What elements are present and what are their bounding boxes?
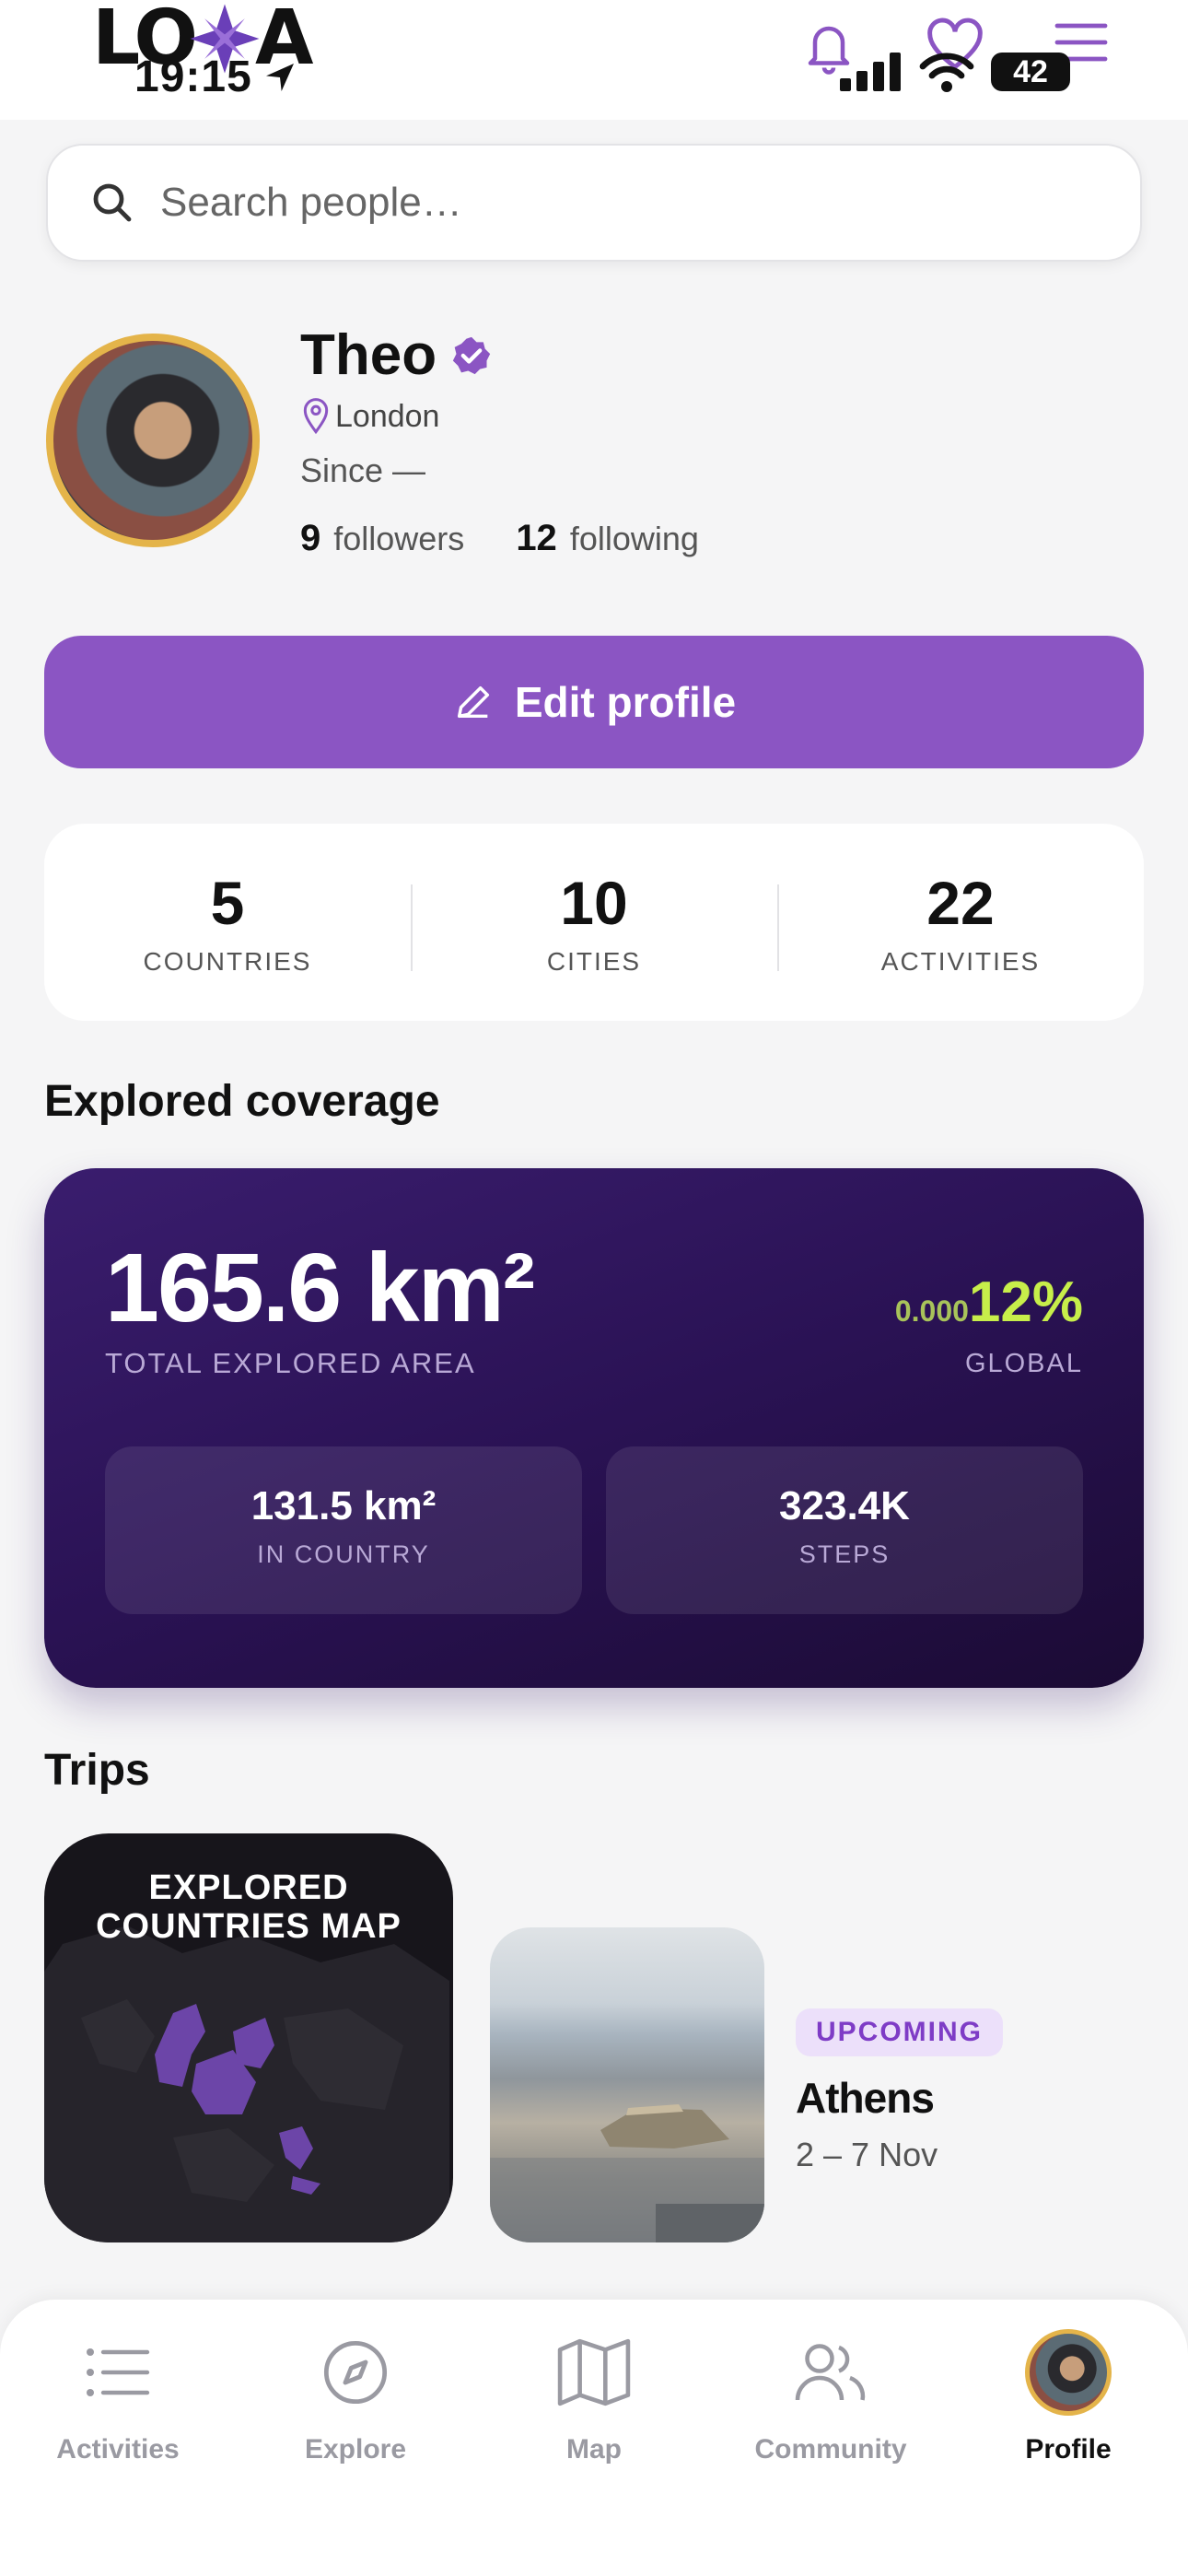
total-area-value: 165.6 km²	[105, 1234, 535, 1342]
member-since: Since —	[300, 451, 426, 489]
search-input[interactable]	[160, 180, 1081, 226]
global-label: GLOBAL	[964, 1349, 1083, 1378]
bottom-tab-bar: Activities Explore Map Community Profile	[0, 2300, 1188, 2576]
coverage-title: Explored coverage	[44, 1077, 440, 1126]
following-link[interactable]: 12 following	[516, 518, 699, 559]
search-icon	[93, 183, 132, 222]
stat-cities[interactable]: 10 CITIES	[411, 868, 777, 977]
signal-icon	[840, 53, 901, 91]
app-header: LO A 19:15 42	[0, 0, 1188, 120]
trip-dates: 2 – 7 Nov	[796, 2136, 938, 2173]
wifi-icon	[919, 53, 974, 92]
coverage-card: 165.6 km² TOTAL EXPLORED AREA 0.000 12% G…	[44, 1168, 1144, 1688]
tab-activities[interactable]: Activities	[17, 2331, 219, 2465]
stat-activities[interactable]: 22 ACTIVITIES	[777, 868, 1144, 977]
users-icon	[795, 2344, 866, 2401]
trips-title: Trips	[44, 1746, 150, 1795]
follow-counts: 9 followers 12 following	[300, 518, 699, 559]
verified-badge-icon	[452, 336, 491, 374]
status-indicators: 42	[840, 52, 1070, 92]
in-country-box: 131.5 km² IN COUNTRY	[105, 1446, 582, 1614]
upcoming-badge: UPCOMING	[796, 2008, 1003, 2056]
tab-explore[interactable]: Explore	[254, 2331, 457, 2465]
tab-profile[interactable]: Profile	[967, 2329, 1170, 2465]
map-icon	[557, 2338, 631, 2406]
tab-community[interactable]: Community	[729, 2331, 932, 2465]
list-icon	[87, 2348, 150, 2396]
followers-link[interactable]: 9 followers	[300, 518, 464, 559]
compass-icon	[323, 2340, 388, 2405]
avatar	[1025, 2329, 1112, 2416]
trip-name[interactable]: Athens	[796, 2073, 935, 2123]
location-arrow-icon	[265, 63, 294, 91]
profile-name: Theo	[300, 322, 492, 388]
search-bar[interactable]	[46, 144, 1142, 262]
tab-map[interactable]: Map	[493, 2331, 695, 2465]
edit-profile-button[interactable]: Edit profile	[44, 636, 1144, 768]
stat-countries[interactable]: 5 COUNTRIES	[44, 868, 411, 977]
pencil-icon	[457, 685, 489, 719]
stats-card: 5 COUNTRIES 10 CITIES 22 ACTIVITIES	[44, 824, 1144, 1021]
profile-name-text: Theo	[300, 323, 437, 387]
profile-location: London	[300, 398, 439, 435]
athens-trip-image[interactable]	[490, 1927, 764, 2242]
profile-avatar[interactable]	[46, 334, 260, 547]
pin-icon	[303, 398, 329, 435]
steps-box: 323.4K STEPS	[606, 1446, 1083, 1614]
battery-indicator: 42	[991, 53, 1070, 91]
explored-countries-map-card[interactable]: EXPLORED COUNTRIES MAP	[44, 1833, 453, 2242]
total-area-label: TOTAL EXPLORED AREA	[105, 1347, 476, 1379]
global-percentage: 0.000 12%	[894, 1270, 1083, 1334]
status-time: 19:15	[134, 52, 298, 102]
map-card-title: EXPLORED COUNTRIES MAP	[96, 1868, 402, 1946]
athens-cityscape-image	[490, 2104, 764, 2242]
